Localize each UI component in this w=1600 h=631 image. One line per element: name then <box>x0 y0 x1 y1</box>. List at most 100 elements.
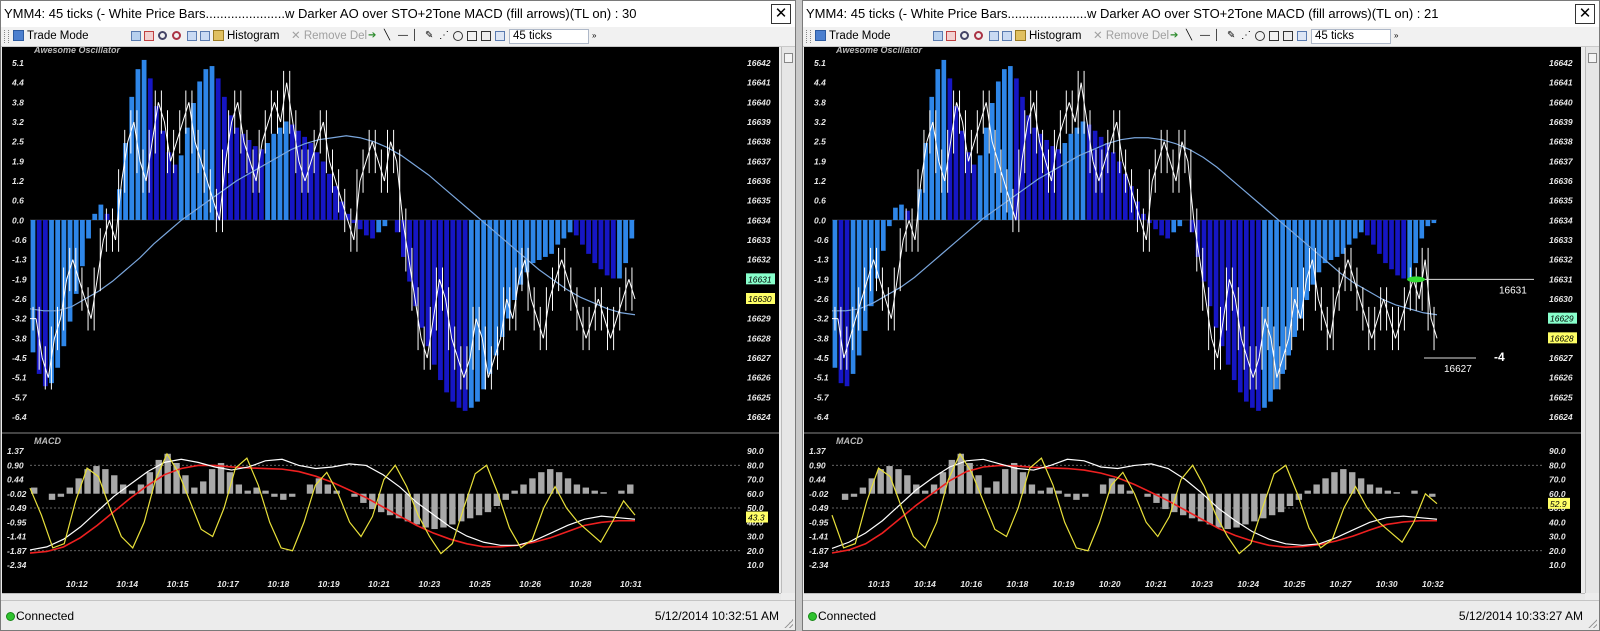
scale-toggle[interactable] <box>1588 53 1597 63</box>
text-icon[interactable] <box>481 31 491 41</box>
ao-bar <box>135 69 141 220</box>
ao-bar <box>147 78 153 220</box>
rect-icon[interactable] <box>467 31 477 41</box>
ao-bar <box>129 96 135 220</box>
toolbar-overflow-icon[interactable]: » <box>592 31 602 41</box>
chart-area-left[interactable]: Awesome Oscillator 5.1 4.4 3.8 3.2 2.5 1.9 1.2 0… <box>2 45 779 593</box>
price-label: 16631 <box>748 274 772 284</box>
price-axis-tick: 16625 <box>747 392 771 402</box>
cursor-icon[interactable] <box>989 31 999 41</box>
macd-hist-bar <box>173 462 180 494</box>
line-tool-icon[interactable]: ╲ <box>384 31 394 41</box>
time-axis-tick: 10:13 <box>868 579 890 589</box>
pencil-icon[interactable]: ✎ <box>1227 31 1237 41</box>
ao-bar <box>425 219 431 347</box>
ao-bar <box>1292 219 1298 337</box>
draw-icon[interactable] <box>946 31 956 41</box>
zoom-in-icon[interactable] <box>960 31 969 40</box>
histogram-button[interactable]: Histogram <box>1015 27 1081 46</box>
vline-tool-icon[interactable]: │ <box>412 31 422 41</box>
ao-bar <box>98 204 104 220</box>
data-box-icon[interactable] <box>1297 31 1307 41</box>
resize-grip[interactable] <box>784 619 793 628</box>
vertical-scrollbar[interactable] <box>1585 47 1599 593</box>
fib-icon[interactable]: ⋰ <box>1241 31 1251 41</box>
ao-axis-tick: -0.6 <box>12 235 27 245</box>
interval-select[interactable]: 45 ticks <box>1311 29 1391 44</box>
resize-grip[interactable] <box>1588 619 1597 628</box>
toolbar-grip[interactable] <box>4 30 9 43</box>
ellipse-icon[interactable] <box>453 31 463 41</box>
ao-bar <box>1316 219 1322 273</box>
ao-bar <box>314 152 320 220</box>
text-icon[interactable] <box>1283 31 1293 41</box>
toolbar-overflow-icon[interactable]: » <box>1394 31 1404 41</box>
remove-del-button[interactable]: ✕ Remove Del <box>1093 27 1169 46</box>
status-bar: Connected 5/12/2014 10:32:51 AM <box>1 600 795 630</box>
ao-axis-tick: -1.9 <box>814 274 829 284</box>
fib-icon[interactable]: ⋰ <box>439 31 449 41</box>
zoom-in-icon[interactable] <box>158 31 167 40</box>
ao-bar <box>30 219 36 353</box>
macd-hist-bar <box>1037 490 1045 494</box>
ao-bar <box>1352 219 1358 239</box>
toolbar-grip[interactable] <box>806 30 811 43</box>
macd-hist-bar <box>1099 484 1107 494</box>
ao-bar <box>536 219 542 261</box>
rect-icon[interactable] <box>1269 31 1279 41</box>
time-axis-tick: 10:21 <box>368 579 390 589</box>
histogram-button[interactable]: Histogram <box>213 27 279 46</box>
macd-hist-bar <box>511 490 518 494</box>
macd-hist-bar <box>280 493 287 500</box>
chart-area-right[interactable]: Awesome Oscillator 5.1 4.4 3.8 3.2 2.5 1.9 1.2 0… <box>804 45 1581 593</box>
draw-icon[interactable] <box>144 31 154 41</box>
ao-axis-tick: 1.2 <box>12 176 24 186</box>
ao-bar <box>887 219 892 227</box>
histogram-icon <box>1015 30 1026 42</box>
ellipse-icon[interactable] <box>1255 31 1265 41</box>
macd-hist-bar <box>1277 493 1285 513</box>
crosshair-icon[interactable] <box>200 31 210 41</box>
macd-hist-bar <box>208 469 216 494</box>
stoch-axis-tick: 60.0 <box>747 489 764 499</box>
price-label: 16630 <box>748 294 772 304</box>
macd-hist-bar <box>289 493 296 497</box>
macd-hist-bar <box>66 487 73 494</box>
macd-hist-bar <box>877 469 884 494</box>
line-tool-icon[interactable]: ╲ <box>1186 31 1196 41</box>
crosshair-icon[interactable] <box>1002 31 1012 41</box>
ao-bar <box>1395 219 1400 276</box>
vline-tool-icon[interactable]: │ <box>1214 31 1224 41</box>
data-box-icon[interactable] <box>495 31 505 41</box>
zoom-out-icon[interactable] <box>172 31 181 40</box>
vertical-scrollbar[interactable] <box>781 47 795 593</box>
trade-mode-button[interactable]: Trade Mode <box>815 27 891 46</box>
price-axis-tick: 16627 <box>1549 353 1574 363</box>
hline-handle <box>1407 276 1425 283</box>
macd-hist-bar <box>48 493 56 500</box>
zoom-out-icon[interactable] <box>974 31 983 40</box>
interval-select[interactable]: 45 ticks <box>509 29 589 44</box>
bar-type-icon[interactable] <box>933 31 943 41</box>
pencil-icon[interactable]: ✎ <box>425 31 435 41</box>
macd-axis-tick: -0.02 <box>7 489 27 499</box>
trade-mode-button[interactable]: Trade Mode <box>13 27 89 46</box>
cursor-icon[interactable] <box>187 31 197 41</box>
hline-tool-icon[interactable]: — <box>1200 31 1210 41</box>
ao-axis-tick: -0.6 <box>814 235 829 245</box>
status-timestamp: 5/12/2014 10:32:51 AM <box>654 609 779 623</box>
ao-axis-tick: -5.1 <box>12 373 27 383</box>
remove-del-button[interactable]: ✕ Remove Del <box>291 27 367 46</box>
bar-type-icon[interactable] <box>131 31 141 41</box>
macd-hist-bar <box>449 493 456 525</box>
scale-toggle[interactable] <box>784 53 793 63</box>
hline-tool-icon[interactable]: — <box>398 31 408 41</box>
arrow-tool-icon[interactable]: ➔ <box>368 31 378 41</box>
time-axis-tick: 10:23 <box>419 579 441 589</box>
price-label: 16628 <box>1550 333 1574 343</box>
ao-bar <box>850 219 856 374</box>
close-button[interactable]: ✕ <box>771 4 791 24</box>
ao-bar <box>965 152 971 220</box>
arrow-tool-icon[interactable]: ➔ <box>1170 31 1180 41</box>
close-button[interactable]: ✕ <box>1575 4 1595 24</box>
